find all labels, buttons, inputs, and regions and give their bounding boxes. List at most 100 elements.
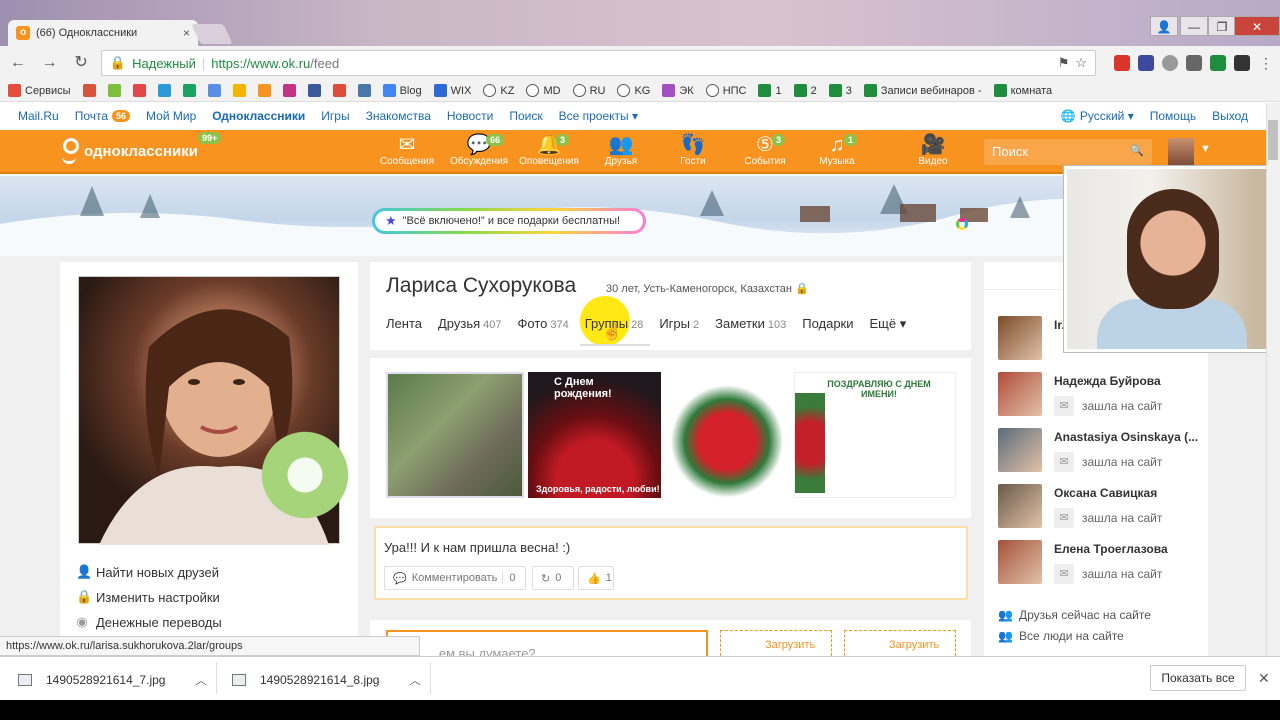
close-window-button[interactable]: ✕ xyxy=(1234,16,1280,36)
back-icon[interactable]: ← xyxy=(6,51,30,75)
bookmark-item[interactable] xyxy=(82,84,96,97)
comment-button[interactable]: 💬 Комментировать 0 xyxy=(384,566,526,590)
translate-icon[interactable]: ⚑ xyxy=(1058,55,1070,71)
friend-avatar[interactable] xyxy=(998,372,1042,416)
upload-photo-button[interactable]: Загрузить xyxy=(720,630,832,656)
show-all-downloads-button[interactable]: Показать все xyxy=(1150,665,1246,691)
bookmark-star-icon[interactable]: ☆ xyxy=(1075,55,1087,71)
photo-family-collage[interactable] xyxy=(386,372,524,498)
money-transfers-link[interactable]: ◉ Денежные переводы xyxy=(76,614,221,630)
search-icon[interactable]: 🔍 xyxy=(1130,144,1144,160)
user-avatar[interactable] xyxy=(1168,138,1194,166)
friend-online-item[interactable]: Оксана Савицкая ✉ зашла на сайт xyxy=(998,484,1208,530)
friend-name[interactable]: Надежда Буйрова xyxy=(1054,374,1161,388)
link-help[interactable]: Помощь xyxy=(1150,109,1196,123)
bookmark-item[interactable] xyxy=(157,84,171,97)
photo-name-day-card[interactable]: ПОЗДРАВЛЯЮ С ДНЕМ ИМЕНИ! xyxy=(794,372,956,498)
bookmark-item[interactable]: 2 xyxy=(793,84,817,97)
address-bar[interactable]: 🔒 Надежный | https://www.ok.ru/feed ⚑ ☆ xyxy=(100,50,1096,76)
browser-tab[interactable]: о (66) Одноклассники × xyxy=(8,20,198,46)
message-icon[interactable]: ✉ xyxy=(1054,452,1074,472)
language-select[interactable]: 🌐 Русский ▾ xyxy=(1061,109,1134,123)
like-button[interactable]: 👍 1 xyxy=(578,566,614,590)
bookmark-item[interactable] xyxy=(257,84,271,97)
link-vse-proekty[interactable]: Все проекты ▾ xyxy=(559,109,638,123)
bookmark-item[interactable] xyxy=(282,84,296,97)
friend-avatar[interactable] xyxy=(998,540,1042,584)
nav-item-8[interactable]: 🎥 Видео xyxy=(898,134,968,167)
extension-icon[interactable] xyxy=(1162,55,1178,71)
extension-icon[interactable] xyxy=(1210,55,1226,71)
bookmark-item[interactable]: MD xyxy=(526,84,561,97)
link-poisk[interactable]: Поиск xyxy=(509,109,542,123)
bookmark-item[interactable] xyxy=(207,84,221,97)
extension-icon[interactable] xyxy=(1234,55,1250,71)
compose-input[interactable]: ...ем вы думаете? xyxy=(386,630,708,661)
bookmark-item[interactable]: WIX xyxy=(433,84,471,97)
friend-avatar[interactable] xyxy=(998,428,1042,472)
nav-item-6[interactable]: ⑤ События 3 xyxy=(730,134,800,167)
bookmark-item[interactable]: RU xyxy=(572,84,605,97)
friend-name[interactable]: Оксана Савицкая xyxy=(1054,486,1157,500)
minimize-button[interactable]: — xyxy=(1180,16,1208,36)
link-znakomstva[interactable]: Знакомства xyxy=(366,109,431,123)
link-novosti[interactable]: Новости xyxy=(447,109,493,123)
bookmark-item[interactable] xyxy=(107,84,121,97)
friend-name[interactable]: Anastasiya Osinskaya (... xyxy=(1054,430,1198,444)
profile-tab[interactable]: Ещё ▾ xyxy=(870,316,907,332)
close-downloads-icon[interactable]: ✕ xyxy=(1258,670,1270,687)
profile-tab[interactable]: Лента xyxy=(386,316,422,332)
message-icon[interactable]: ✉ xyxy=(1054,564,1074,584)
maximize-button[interactable]: ❐ xyxy=(1208,16,1236,36)
bookmark-item[interactable]: Записи вебинаров - xyxy=(863,84,982,97)
scrollbar-thumb[interactable] xyxy=(1268,120,1278,160)
link-odnoklassniki[interactable]: Одноклассники xyxy=(212,109,305,123)
chevron-up-icon[interactable]: ︿ xyxy=(195,672,206,688)
find-friends-link[interactable]: 👤 Найти новых друзей xyxy=(76,564,219,580)
menu-kebab-icon[interactable]: ⋮ xyxy=(1258,55,1274,71)
bookmark-item[interactable]: комната xyxy=(993,84,1052,97)
friend-avatar[interactable] xyxy=(998,316,1042,360)
nav-item-7[interactable]: ♫ Музыка 1 xyxy=(802,134,872,167)
link-igry[interactable]: Игры xyxy=(321,109,349,123)
page-scrollbar[interactable] xyxy=(1266,103,1280,656)
bookmark-item[interactable]: ЭК xyxy=(662,84,694,97)
download-item[interactable]: 1490528921614_8.jpg ︿ xyxy=(232,666,420,694)
profile-icon[interactable]: 👤 xyxy=(1150,16,1178,36)
profile-tab[interactable]: Фото 374 xyxy=(518,316,569,332)
bookmark-item[interactable]: Blog xyxy=(382,84,422,97)
download-item[interactable]: 1490528921614_7.jpg ︿ xyxy=(18,666,206,694)
extension-icon[interactable] xyxy=(1114,55,1130,71)
link-moi-mir[interactable]: Мой Мир xyxy=(146,109,196,123)
link-exit[interactable]: Выход xyxy=(1212,109,1248,123)
all-people-link[interactable]: 👥 Все люди на сайте xyxy=(998,629,1124,643)
bookmark-item[interactable] xyxy=(357,84,371,97)
message-icon[interactable]: ✉ xyxy=(1054,396,1074,416)
change-settings-link[interactable]: 🔒 Изменить настройки xyxy=(76,589,220,605)
message-icon[interactable]: ✉ xyxy=(1054,508,1074,528)
nav-item-3[interactable]: 🔔 Оповещения 3 xyxy=(514,134,584,167)
friend-online-item[interactable]: Елена Троеглазова ✉ зашла на сайт xyxy=(998,540,1208,586)
friends-online-link[interactable]: 👥 Друзья сейчас на сайте xyxy=(998,608,1151,622)
profile-tab[interactable]: Заметки 103 xyxy=(715,316,786,332)
bookmark-item[interactable] xyxy=(332,84,346,97)
nav-item-4[interactable]: 👥 Друзья xyxy=(586,134,656,167)
bookmark-item[interactable] xyxy=(132,84,146,97)
nav-item-2[interactable]: 💬 Обсуждения 66 xyxy=(444,134,514,167)
nav-item-5[interactable]: 👣 Гости xyxy=(658,134,728,167)
bookmark-item[interactable]: 1 xyxy=(758,84,782,97)
profile-tab[interactable]: Подарки xyxy=(802,316,853,332)
bookmark-item[interactable]: KG xyxy=(617,84,650,97)
promo-banner[interactable]: ★ "Всё включено!" и все подарки бесплатн… xyxy=(372,208,646,234)
profile-tab[interactable]: Игры 2 xyxy=(659,316,699,332)
bookmark-item[interactable] xyxy=(182,84,196,97)
ok-logo[interactable]: одноклассники xyxy=(60,138,198,164)
photo-birthday-card[interactable]: С Днем рождения! Здоровья, радости, любв… xyxy=(528,372,661,498)
nav-item-1[interactable]: ✉ Сообщения xyxy=(372,134,442,167)
bookmark-item[interactable]: 3 xyxy=(828,84,852,97)
forward-icon[interactable]: → xyxy=(38,51,62,75)
photo-rose-bouquet[interactable] xyxy=(664,372,790,498)
extension-icon[interactable] xyxy=(1138,55,1154,71)
search-input[interactable]: Поиск 🔍 xyxy=(984,139,1152,165)
chevron-up-icon[interactable]: ︿ xyxy=(409,672,420,688)
